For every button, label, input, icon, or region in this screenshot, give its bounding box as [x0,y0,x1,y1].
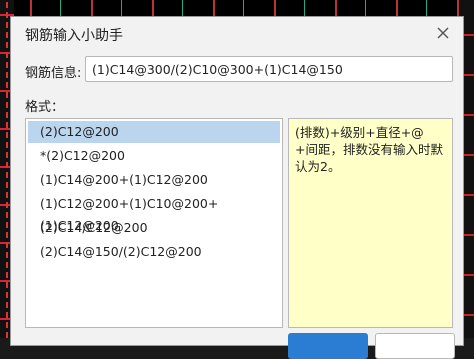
rebar-info-label: 钢筋信息: [25,66,82,81]
format-list-item[interactable]: (2)C14/C12@200 [28,217,280,239]
close-icon-glyph [437,27,449,39]
format-list[interactable]: (2)C12@200 *(2)C12@200 (1)C14@200+(1)C12… [25,118,283,328]
format-help-text: (排数)+级别+直径+@+间距，排数没有输入时默认为2。 [288,118,453,328]
format-list-item[interactable]: (2)C14@150/(2)C12@200 [28,241,280,263]
close-icon[interactable] [435,25,451,41]
format-list-item[interactable]: (1)C12@200+(1)C10@200+(1)C12@200 [28,193,280,233]
cad-background-top [0,0,474,16]
dialog-title: 钢筋输入小助手 [25,28,123,44]
cancel-button[interactable] [375,333,455,359]
format-label: 格式： [25,100,65,115]
rebar-input-dialog: 钢筋输入小助手 钢筋信息: 格式： (2)C12@200 *(2)C12@200… [10,16,464,359]
ok-button[interactable] [288,333,368,359]
format-list-item[interactable]: (2)C12@200 [28,121,280,143]
format-list-item[interactable]: (1)C14@200+(1)C12@200 [28,169,280,191]
rebar-info-input[interactable] [85,56,453,82]
format-list-item[interactable]: *(2)C12@200 [28,145,280,167]
